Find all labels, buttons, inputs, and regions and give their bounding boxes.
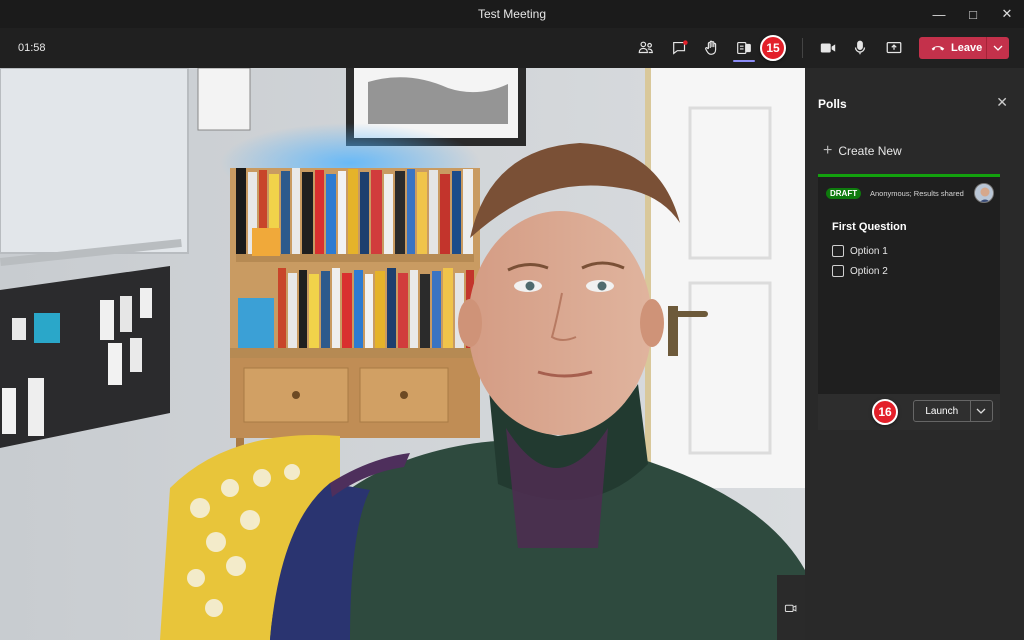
chat-icon[interactable] xyxy=(668,36,692,60)
status-badge: DRAFT xyxy=(826,188,862,199)
leave-label: Leave xyxy=(951,42,983,54)
poll-card[interactable]: DRAFT Anonymous; Results shared First Qu… xyxy=(818,174,1000,430)
option-label: Option 1 xyxy=(850,245,888,257)
self-view-collapsed[interactable] xyxy=(777,575,805,640)
maximize-icon[interactable]: □ xyxy=(956,0,990,28)
raise-hand-icon[interactable] xyxy=(700,36,724,60)
annotation-badge-16: 16 xyxy=(872,399,898,425)
window-title: Test Meeting xyxy=(477,7,547,21)
poll-question: First Question xyxy=(832,221,907,233)
launch-button[interactable]: Launch xyxy=(913,400,993,422)
launch-label: Launch xyxy=(925,405,959,417)
launch-main-button[interactable]: Launch xyxy=(914,401,971,421)
poll-settings-text: Anonymous; Results shared xyxy=(870,189,964,198)
people-icon[interactable] xyxy=(634,36,658,60)
video-frame-image xyxy=(0,68,805,640)
panel-title: Polls xyxy=(818,97,847,111)
hang-up-icon xyxy=(931,46,945,51)
poll-option[interactable]: Option 1 xyxy=(832,245,888,257)
create-new-label: Create New xyxy=(838,144,902,158)
create-new-button[interactable]: + Create New xyxy=(823,142,902,159)
camera-icon[interactable] xyxy=(816,36,840,60)
meeting-timer: 01:58 xyxy=(18,42,46,54)
participant-video xyxy=(0,68,805,640)
microphone-icon[interactable] xyxy=(848,36,872,60)
active-tab-indicator xyxy=(733,60,755,62)
poll-option[interactable]: Option 2 xyxy=(832,265,888,277)
title-bar: Test Meeting — □ ✕ xyxy=(0,0,1024,28)
minimize-icon[interactable]: — xyxy=(922,0,956,28)
option-label: Option 2 xyxy=(850,265,888,277)
avatar xyxy=(974,183,994,203)
chevron-down-icon[interactable] xyxy=(971,401,992,421)
leave-button[interactable]: Leave xyxy=(919,37,1009,59)
share-icon[interactable] xyxy=(882,36,906,60)
plus-icon: + xyxy=(823,142,833,159)
annotation-badge-15: 15 xyxy=(760,35,786,61)
option-checkbox[interactable] xyxy=(832,245,844,257)
window-controls: — □ ✕ xyxy=(922,0,1024,28)
close-icon[interactable]: ✕ xyxy=(996,94,1008,111)
leave-main-button[interactable]: Leave xyxy=(919,37,987,59)
option-checkbox[interactable] xyxy=(832,265,844,277)
apps-icon[interactable] xyxy=(732,36,756,60)
close-icon[interactable]: ✕ xyxy=(990,0,1024,28)
camera-switch-icon xyxy=(784,604,797,612)
polls-panel: Polls ✕ + Create New DRAFT Anonymous; Re… xyxy=(805,68,1024,640)
leave-options-chevron-down-icon[interactable] xyxy=(987,45,1009,51)
toolbar-divider xyxy=(802,38,803,58)
